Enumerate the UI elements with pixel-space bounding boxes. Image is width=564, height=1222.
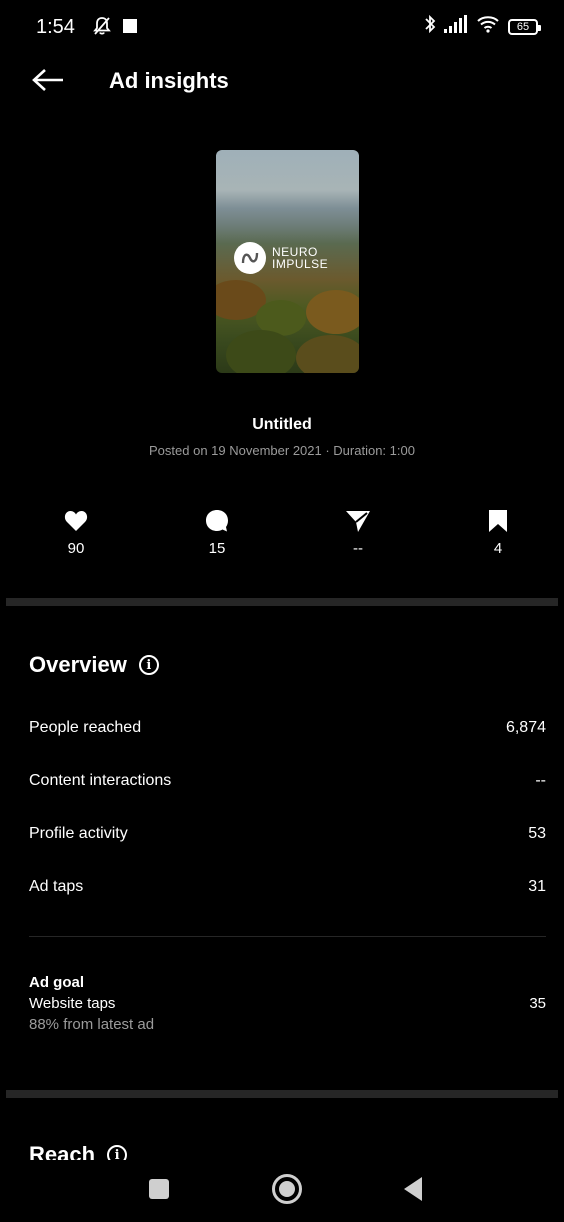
header: Ad insights (6, 58, 558, 106)
ad-insights-screen: 1:54 65 Ad insights NEURO IMPULSE Untitl… (6, 0, 558, 1222)
overview-divider (29, 936, 546, 937)
ad-goal-value: 35 (529, 995, 546, 1012)
stop-square-icon (122, 18, 138, 39)
post-meta: Posted on 19 November 2021 · Duration: 1… (149, 443, 415, 458)
page-title: Ad insights (109, 68, 229, 93)
info-icon[interactable]: i (138, 655, 159, 675)
ad-goal-label: Website taps (29, 995, 116, 1012)
likes-count: 90 (67, 540, 85, 557)
metric-value: 53 (528, 825, 546, 842)
saves-stat: 4 (468, 508, 528, 557)
comment-bubble-icon (187, 508, 247, 534)
bookmark-icon (468, 508, 528, 534)
metric-value: 6,874 (505, 719, 546, 736)
signal-icon (444, 15, 468, 38)
logo-mark-icon (234, 242, 266, 274)
ad-goal-block[interactable]: Ad goal Website taps 35 88% from latest … (29, 974, 546, 1033)
comments-stat: 15 (187, 508, 247, 557)
back-nav-button[interactable] (396, 1174, 430, 1208)
overview-title: Overview (29, 652, 127, 677)
shares-stat: -- (328, 508, 388, 557)
send-icon (328, 508, 388, 534)
metric-value: 31 (528, 878, 546, 895)
square-icon (148, 1178, 170, 1205)
arrow-left-icon (31, 68, 65, 97)
status-bar: 1:54 65 (6, 0, 558, 52)
metric-label: Profile activity (29, 825, 128, 842)
system-nav-bar (6, 1160, 558, 1222)
metric-label: Ad taps (29, 878, 84, 895)
back-button[interactable] (28, 64, 68, 100)
logo-text-line2: IMPULSE (272, 257, 329, 271)
likes-stat: 90 (46, 508, 106, 557)
saves-count: 4 (493, 540, 503, 557)
overview-section-title: Overview i (29, 652, 159, 678)
home-circle-icon (271, 1173, 303, 1210)
status-time: 1:54 (36, 16, 75, 38)
section-divider (6, 1090, 558, 1098)
ad-thumbnail[interactable]: NEURO IMPULSE (216, 150, 359, 373)
metric-value: -- (535, 772, 546, 789)
muted-bell-icon (92, 16, 112, 41)
metric-label: Content interactions (29, 772, 172, 789)
post-title: Untitled (252, 416, 312, 433)
wifi-icon (476, 15, 500, 38)
home-button[interactable] (270, 1173, 304, 1210)
bluetooth-icon (424, 14, 436, 39)
section-divider (6, 598, 558, 606)
ad-goal-change: 88% from latest ad (29, 1016, 155, 1033)
battery-icon: 65 (508, 18, 541, 35)
ad-goal-title: Ad goal (29, 974, 84, 991)
battery-level: 65 (516, 20, 530, 33)
metric-label: People reached (29, 719, 142, 736)
comments-count: 15 (208, 540, 226, 557)
recent-apps-button[interactable] (142, 1174, 176, 1208)
metric-row-content-interactions[interactable]: Content interactions -- (29, 772, 546, 790)
shares-count: -- (353, 540, 363, 557)
metric-row-profile-activity[interactable]: Profile activity 53 (29, 825, 546, 843)
metric-row-people-reached[interactable]: People reached 6,874 (29, 719, 546, 737)
heart-icon (46, 508, 106, 534)
triangle-back-icon (402, 1176, 424, 1207)
metric-row-ad-taps[interactable]: Ad taps 31 (29, 878, 546, 896)
neuro-impulse-logo: NEURO IMPULSE (234, 242, 328, 274)
